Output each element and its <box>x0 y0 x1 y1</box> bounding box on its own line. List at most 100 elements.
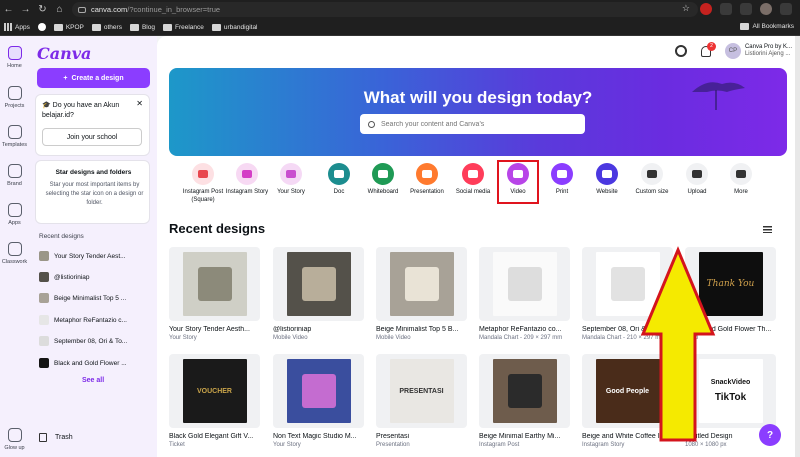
rail-glow-up[interactable]: Glow up <box>0 428 29 451</box>
apps-grid-icon <box>4 23 12 31</box>
bookmark-google[interactable] <box>37 23 46 31</box>
scrollbar[interactable] <box>795 36 800 457</box>
list-view-icon[interactable] <box>763 226 772 233</box>
thumbnail-art <box>492 359 557 423</box>
design-type: Ticket <box>169 442 185 448</box>
design-type: Instagram Post <box>479 442 520 448</box>
glyph-icon <box>334 170 344 178</box>
folder-icon <box>211 23 221 31</box>
thumbnail-shape <box>197 267 232 301</box>
address-bar[interactable]: canva.com/?continue_in_browser=true ☆ <box>72 2 698 17</box>
thumbnail-art <box>286 252 351 316</box>
see-all-link[interactable]: See all <box>82 377 104 384</box>
design-thumbnail <box>376 247 467 321</box>
shortcut-presentation[interactable]: Presentation <box>401 163 453 197</box>
thumbnail-art <box>182 252 247 316</box>
settings-gear-icon[interactable] <box>674 45 687 57</box>
bookmark-others[interactable]: others <box>91 23 122 31</box>
shortcut-icon <box>372 163 394 185</box>
recent-item[interactable]: Your Story Tender Aest... <box>39 250 151 262</box>
shortcut-icon <box>730 163 752 185</box>
bookmark-blog[interactable]: Blog <box>129 23 155 31</box>
recent-item[interactable]: @listioriniap <box>39 271 151 283</box>
design-thumbnail <box>39 293 49 303</box>
thumbnail-art: PRESENTASI <box>389 359 454 423</box>
shortcut-icon <box>462 163 484 185</box>
reload-icon[interactable]: ↻ <box>34 4 51 15</box>
rail-projects[interactable]: Projects <box>0 86 29 109</box>
design-thumbnail: VOUCHER <box>169 354 260 428</box>
back-icon[interactable]: ← <box>0 4 17 15</box>
bookmark-star-icon[interactable]: ☆ <box>682 3 690 14</box>
canva-logo[interactable]: Canva <box>37 44 91 63</box>
join-school-button[interactable]: Join your school <box>42 128 142 146</box>
design-card[interactable]: VOUCHER Black Gold Elegant Gift V... Ticke… <box>169 354 260 448</box>
shortcut-your-story[interactable]: Your Story <box>265 163 317 197</box>
design-type: Presentation <box>376 442 410 448</box>
forward-icon[interactable]: → <box>17 4 34 15</box>
extensions-puzzle-icon[interactable] <box>720 3 732 15</box>
design-card[interactable]: Metaphor ReFantazio co... Mandala Chart -… <box>479 247 570 341</box>
plus-icon: + <box>63 74 68 82</box>
bookmark-kpop[interactable]: KPOP <box>53 23 84 31</box>
browser-profile-avatar[interactable] <box>760 3 772 15</box>
shortcut-more[interactable]: More <box>715 163 767 197</box>
akun-text: 🎓 Do you have an Akun belajar.id? <box>42 102 120 119</box>
rail-apps[interactable]: Apps <box>0 203 29 226</box>
bookmark-urbandigital[interactable]: urbandigital <box>211 23 258 31</box>
glyph-icon <box>286 170 296 178</box>
thumbnail-art <box>286 359 351 423</box>
create-design-button[interactable]: + Create a design <box>37 68 150 88</box>
shortcut-label: More <box>734 189 748 195</box>
browser-toolbar: ← → ↻ ⌂ canva.com/?continue_in_browser=t… <box>0 0 800 19</box>
notifications-bell-icon[interactable]: 2 <box>700 41 716 57</box>
design-thumbnail <box>273 354 364 428</box>
design-card[interactable]: PRESENTASI Presentasi Presentation <box>376 354 467 448</box>
close-icon[interactable]: ✕ <box>136 99 143 108</box>
downloads-icon[interactable] <box>740 3 752 15</box>
help-button[interactable]: ? <box>759 424 781 446</box>
extension-icon[interactable] <box>700 3 712 15</box>
design-type: Your Story <box>169 335 197 341</box>
account-menu[interactable]: CP Canva Pro by K... Listiorini Ajeng ... <box>724 43 792 59</box>
trash-link[interactable]: Trash <box>39 433 73 442</box>
apps-icon <box>7 203 22 217</box>
shortcut-icon <box>192 163 214 185</box>
shortcut-icon <box>551 163 573 185</box>
shortcut-icon <box>416 163 438 185</box>
thumbnail-art <box>492 252 557 316</box>
search-icon <box>368 120 375 128</box>
recent-item[interactable]: September 08, Ori & To... <box>39 335 151 347</box>
home-icon[interactable]: ⌂ <box>51 4 68 15</box>
design-card[interactable]: Non Text Magic Studio M... Your Story <box>273 354 364 448</box>
rail-templates[interactable]: Templates <box>0 125 29 148</box>
recent-item[interactable]: Metaphor ReFantazio c... <box>39 314 151 326</box>
recent-item[interactable]: Beige Minimalist Top 5 ... <box>39 292 151 304</box>
design-thumbnail <box>479 247 570 321</box>
recent-designs-title: Recent designs <box>39 233 84 240</box>
design-type: Mobile Video <box>376 335 411 341</box>
site-info-icon[interactable] <box>78 6 86 13</box>
bookmark-apps[interactable]: Apps <box>4 23 30 31</box>
thumbnail-shape <box>301 374 336 408</box>
folder-icon <box>162 23 172 31</box>
design-thumbnail <box>39 358 49 368</box>
design-card[interactable]: Beige Minimal Earthy Mi... Instagram Post <box>479 354 570 448</box>
rail-classwork[interactable]: Classwork <box>0 242 29 265</box>
bookmark-freelance[interactable]: Freelance <box>162 23 204 31</box>
design-card[interactable]: Beige Minimalist Top 5 B... Mobile Video <box>376 247 467 341</box>
all-bookmarks[interactable]: All Bookmarks <box>740 23 794 30</box>
design-card[interactable]: @listioriniap Mobile Video <box>273 247 364 341</box>
design-search[interactable] <box>360 114 585 134</box>
design-card[interactable]: Your Story Tender Aesth... Your Story <box>169 247 260 341</box>
recent-item[interactable]: Black and Gold Flower ... <box>39 357 151 369</box>
design-type: Your Story <box>273 442 301 448</box>
browser-menu-icon[interactable] <box>780 3 792 15</box>
design-type-shortcuts: Instagram Post (Square) Instagram Story Yo… <box>169 163 787 203</box>
search-input[interactable] <box>381 120 571 128</box>
design-name: Presentasi <box>376 433 410 440</box>
thumbnail-art <box>389 252 454 316</box>
rail-home[interactable]: Home <box>0 46 29 69</box>
shortcut-icon <box>641 163 663 185</box>
rail-brand[interactable]: Brand <box>0 164 29 187</box>
